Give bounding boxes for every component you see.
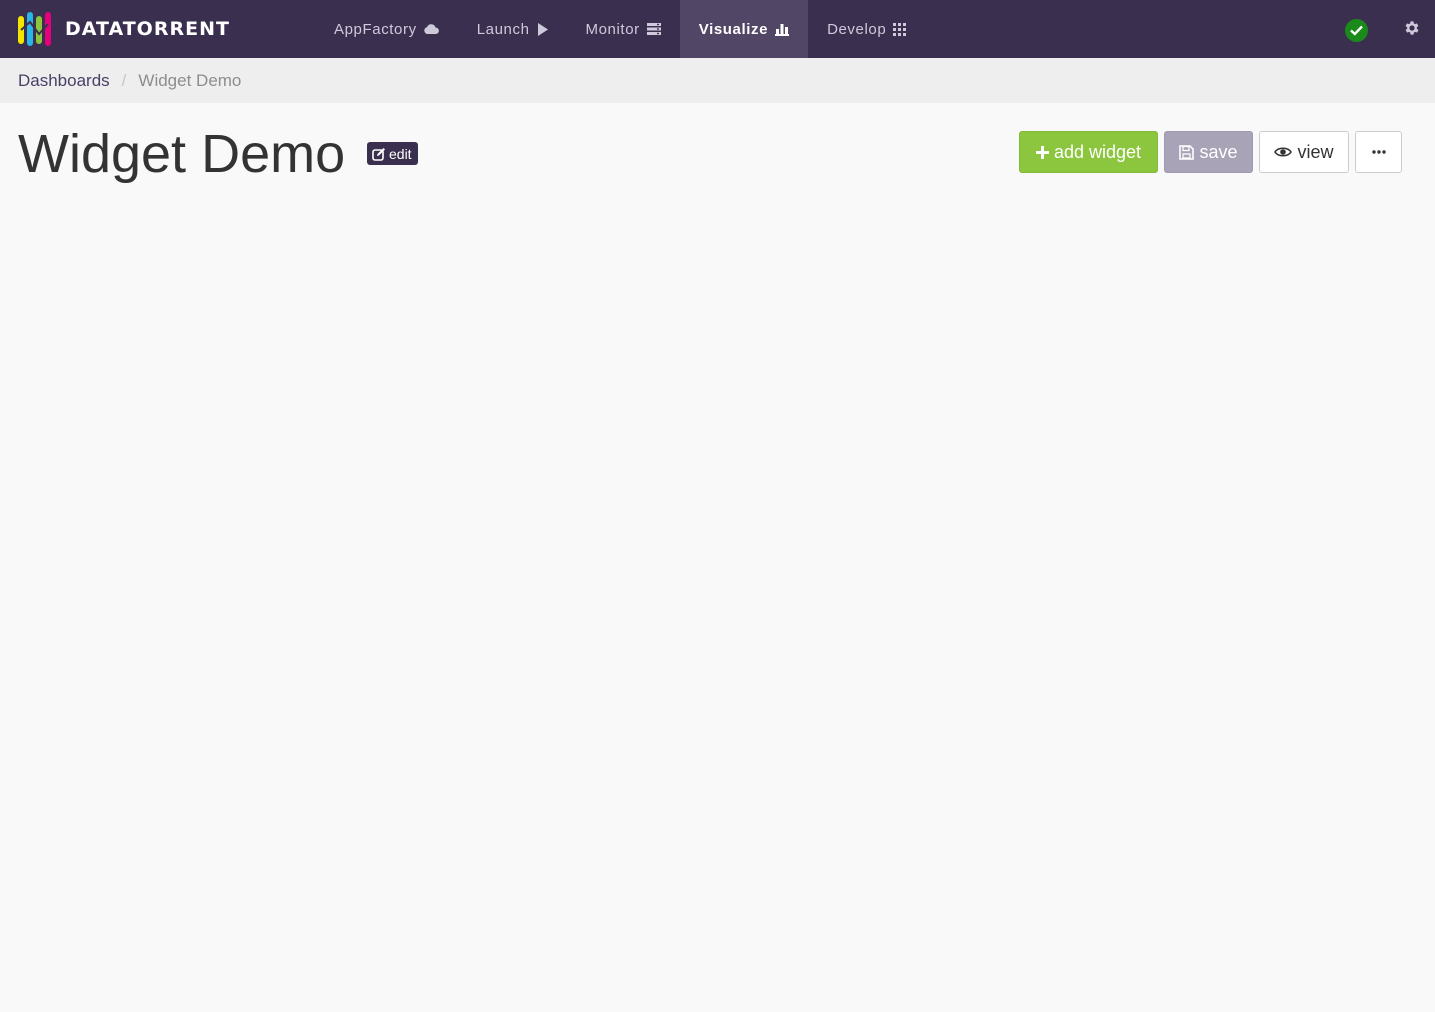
edit-label: edit (389, 145, 412, 162)
eye-icon (1274, 146, 1293, 158)
floppy-disk-icon (1179, 144, 1195, 160)
main-nav: AppFactory Launch Monitor Visualize Deve… (315, 0, 925, 58)
nav-item-label: Develop (827, 20, 887, 38)
breadcrumb-current: Widget Demo (138, 70, 242, 90)
nav-item-label: Launch (476, 20, 530, 38)
edit-title-button[interactable]: edit (367, 142, 418, 165)
view-label: view (1297, 141, 1334, 162)
nav-item-visualize[interactable]: Visualize (679, 0, 809, 58)
save-button[interactable]: save (1164, 131, 1253, 173)
page-title: Widget Demo (18, 124, 346, 184)
datatorrent-logo-icon (18, 12, 51, 46)
nav-item-launch[interactable]: Launch (458, 0, 567, 58)
view-button[interactable]: view (1259, 131, 1349, 173)
cloud-icon (423, 24, 439, 34)
nav-item-label: AppFactory (334, 20, 417, 38)
server-icon (646, 23, 661, 35)
top-navbar: DATATORRENT AppFactory Launch Monitor Vi… (0, 0, 1435, 58)
plus-icon (1035, 145, 1049, 159)
brand-name: DATATORRENT (65, 18, 230, 40)
breadcrumb: Dashboards / Widget Demo (0, 58, 1435, 103)
bar-chart-icon (775, 23, 790, 36)
add-widget-button[interactable]: add widget (1019, 131, 1158, 173)
nav-item-monitor[interactable]: Monitor (567, 0, 680, 58)
grid-icon (893, 22, 907, 36)
nav-item-label: Monitor (585, 20, 640, 38)
save-label: save (1199, 141, 1238, 162)
nav-item-appfactory[interactable]: AppFactory (315, 0, 458, 58)
brand[interactable]: DATATORRENT (17, 9, 230, 49)
ellipsis-icon (1371, 150, 1386, 154)
play-icon (537, 22, 548, 36)
check-circle-icon[interactable] (1345, 19, 1368, 42)
gear-icon[interactable] (1403, 19, 1421, 37)
breadcrumb-separator: / (121, 70, 127, 90)
nav-item-develop[interactable]: Develop (808, 0, 925, 58)
add-widget-label: add widget (1053, 141, 1142, 162)
more-options-button[interactable] (1355, 131, 1402, 173)
breadcrumb-link-dashboards[interactable]: Dashboards (18, 71, 110, 91)
nav-item-label: Visualize (698, 20, 769, 38)
edit-icon (372, 147, 385, 161)
